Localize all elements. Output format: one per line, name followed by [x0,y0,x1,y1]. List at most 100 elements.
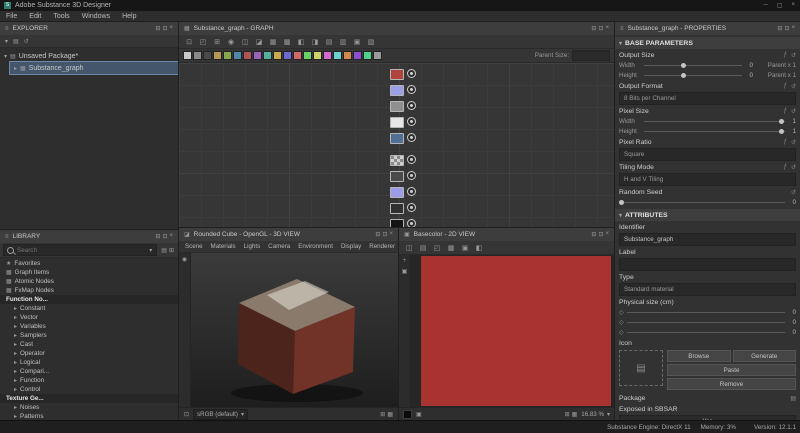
graph-node[interactable] [390,187,416,198]
reset-icon[interactable]: ↺ [791,164,796,171]
tiling-icon[interactable]: ▦ [445,244,457,252]
node-preset-8-icon[interactable] [253,51,262,60]
display-maps-icon[interactable]: ◧ [295,38,307,46]
grid-view-icon[interactable]: ⊞ [168,247,175,254]
float-icon[interactable]: ⊡ [597,25,604,32]
menu-edit[interactable]: Edit [23,13,47,20]
node-preset-17-icon[interactable] [343,51,352,60]
close-icon[interactable]: × [388,231,394,238]
close-icon[interactable]: × [168,233,174,240]
node-output-connector[interactable] [407,85,416,94]
pixel-ratio-dropdown[interactable]: Square [619,148,796,161]
panel-menu-icon[interactable]: ≡ [619,26,625,32]
expand-caret-icon[interactable]: ▸ [14,65,17,72]
reset-icon[interactable]: ↺ [791,52,796,59]
zoom-level[interactable]: 16.83 % [581,411,604,418]
library-item-noises[interactable]: ▸ Noises [0,403,178,412]
view3d-menu-scene[interactable]: Scene [181,243,207,250]
expand-caret-icon[interactable]: ▾ [4,53,7,60]
library-item-vector[interactable]: ▸ Vector [0,313,178,322]
info-tool-icon[interactable]: ▣ [401,268,409,275]
unlink-icon[interactable]: ◪ [253,38,265,46]
output-format-dropdown[interactable]: 8 Bits per Channel [619,92,796,105]
physical-size-z-slider[interactable] [626,328,786,336]
identifier-input[interactable]: Substance_graph [619,233,796,246]
handle-diamond-icon[interactable]: ◇ [619,319,624,326]
view3d-menu-lights[interactable]: Lights [240,243,265,250]
float-icon[interactable]: ⊡ [161,233,168,240]
node-output-connector[interactable] [407,219,416,228]
node-info-icon[interactable]: ▣ [351,38,363,46]
menu-help[interactable]: Help [116,13,142,20]
graph-canvas[interactable] [179,63,614,228]
library-item-compari-[interactable]: ▸ Compari... [0,367,178,376]
output-width-slider[interactable] [644,61,742,69]
tree-item-substance-graph[interactable]: ▸ ▦ Substance_graph [9,61,178,75]
node-output-connector[interactable] [407,187,416,196]
parent-size-dropdown[interactable] [572,50,610,61]
reset-icon[interactable]: ↺ [791,83,796,90]
library-item-cast[interactable]: ▸ Cast [0,340,178,349]
view3d-menu-renderer[interactable]: Renderer [365,243,398,250]
library-item-fxmap-nodes[interactable]: ▦ FxMap Nodes [0,286,178,295]
move-tool-icon[interactable]: ◰ [197,38,209,46]
view-mode-icon[interactable]: ▤ [12,38,20,45]
expand-nodes-icon[interactable]: ▥ [337,38,349,46]
library-section-function-no-[interactable]: Function No... [0,295,178,304]
select-tool-icon[interactable]: ⊡ [183,38,195,46]
expose-function-icon[interactable]: ƒ [784,139,787,145]
fit-view-icon[interactable]: ⊞ [564,411,571,418]
node-output-connector[interactable] [407,101,416,110]
graph-node[interactable] [390,171,416,182]
node-preset-3-icon[interactable] [203,51,212,60]
list-view-icon[interactable]: ▤ [160,247,168,254]
filter-icon[interactable]: ▾ [4,38,9,45]
expose-function-icon[interactable]: ƒ [784,52,787,58]
width-parent-mode[interactable]: Parent x 1 [756,62,796,69]
node-output-connector[interactable] [407,69,416,78]
dock-icon[interactable]: ⊟ [154,25,161,32]
random-seed-slider[interactable] [619,198,785,206]
node-output-connector[interactable] [407,117,416,126]
output-height-slider[interactable] [644,71,742,79]
library-item-patterns[interactable]: ▸ Patterns [0,412,178,420]
light-toggle-icon[interactable]: ◉ [181,256,188,263]
graph-node[interactable] [390,155,416,166]
node-preset-19-icon[interactable] [363,51,372,60]
graph-node[interactable] [390,69,416,80]
search-input[interactable] [17,246,146,254]
grid-toggle-icon[interactable]: ▦ [386,411,394,418]
frame-all-icon[interactable]: ⊞ [211,38,223,46]
node-preset-1-icon[interactable] [183,51,192,60]
focus-selected-icon[interactable]: ◉ [225,38,237,46]
browse-button[interactable]: Browse [667,350,731,362]
node-preset-18-icon[interactable] [353,51,362,60]
section-base-parameters[interactable]: ▾ BASE PARAMETERS [615,37,800,49]
section-attributes[interactable]: ▾ ATTRIBUTES [615,209,800,221]
menu-file[interactable]: File [0,13,23,20]
compact-nodes-icon[interactable]: ▤ [323,38,335,46]
background-color-swatch[interactable] [403,409,412,419]
chevron-down-icon[interactable]: ▾ [607,411,610,418]
label-input[interactable] [619,258,796,271]
pixel-grid-icon[interactable]: ▩ [281,38,293,46]
node-output-connector[interactable] [407,155,416,164]
menu-windows[interactable]: Windows [76,13,116,20]
dock-icon[interactable]: ⊟ [590,25,597,32]
search-filter-icon[interactable]: ▾ [148,247,153,254]
reset-icon[interactable]: ↺ [791,108,796,115]
close-icon[interactable]: × [790,25,796,32]
library-item-atomic-nodes[interactable]: ▦ Atomic Nodes [0,277,178,286]
tree-item-package[interactable]: ▾ ▤ Unsaved Package* [0,50,178,62]
graph-node[interactable] [390,101,416,112]
node-preset-4-icon[interactable] [213,51,222,60]
node-preset-5-icon[interactable] [223,51,232,60]
expose-function-icon[interactable]: ƒ [784,83,787,89]
close-icon[interactable]: × [604,25,610,32]
node-output-connector[interactable] [407,133,416,142]
pan-tool-icon[interactable]: + [402,258,408,264]
library-item-favorites[interactable]: ★ Favorites [0,259,178,268]
graph-node[interactable] [390,117,416,128]
physical-size-x-slider[interactable] [626,308,786,316]
dock-icon[interactable]: ⊟ [590,231,597,238]
